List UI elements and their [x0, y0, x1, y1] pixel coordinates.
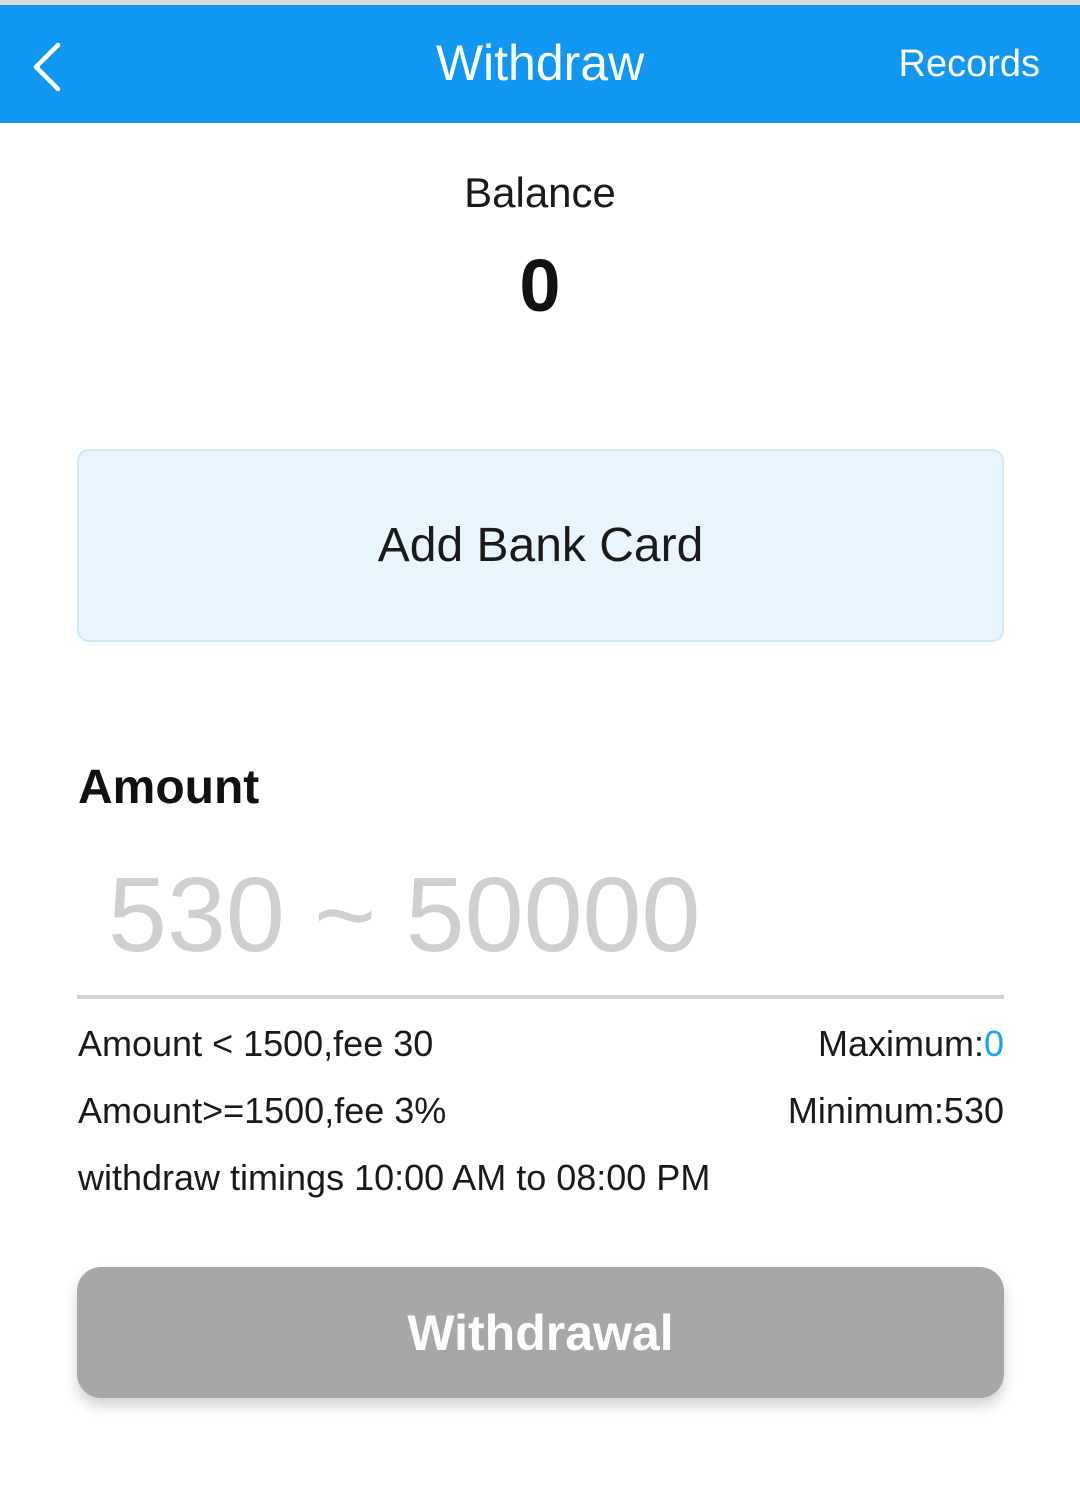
amount-label: Amount [78, 761, 260, 814]
fee-rule-high: Amount>=1500,fee 3% [78, 1090, 447, 1131]
maximum-limit: Maximum:0 [818, 1022, 1004, 1066]
records-link[interactable]: Records [899, 39, 1041, 89]
maximum-value: 0 [983, 1023, 1004, 1064]
withdraw-timings: withdraw timings 10:00 AM to 08:00 PM [78, 1157, 711, 1198]
amount-underline [77, 995, 1004, 999]
withdrawal-button[interactable]: Withdrawal [77, 1267, 1004, 1398]
add-bank-card-button[interactable]: Add Bank Card [77, 449, 1004, 642]
fee-rule-low: Amount < 1500,fee 30 [78, 1023, 434, 1064]
minimum-limit: Minimum:530 [788, 1089, 1004, 1133]
balance-value: 0 [519, 244, 561, 327]
amount-input[interactable] [78, 840, 1004, 990]
top-app-bar: Withdraw Records [0, 5, 1080, 123]
minimum-value: 530 [943, 1090, 1004, 1131]
minimum-label: Minimum: [787, 1090, 944, 1131]
balance-label: Balance [464, 169, 616, 216]
maximum-label: Maximum: [817, 1023, 984, 1064]
